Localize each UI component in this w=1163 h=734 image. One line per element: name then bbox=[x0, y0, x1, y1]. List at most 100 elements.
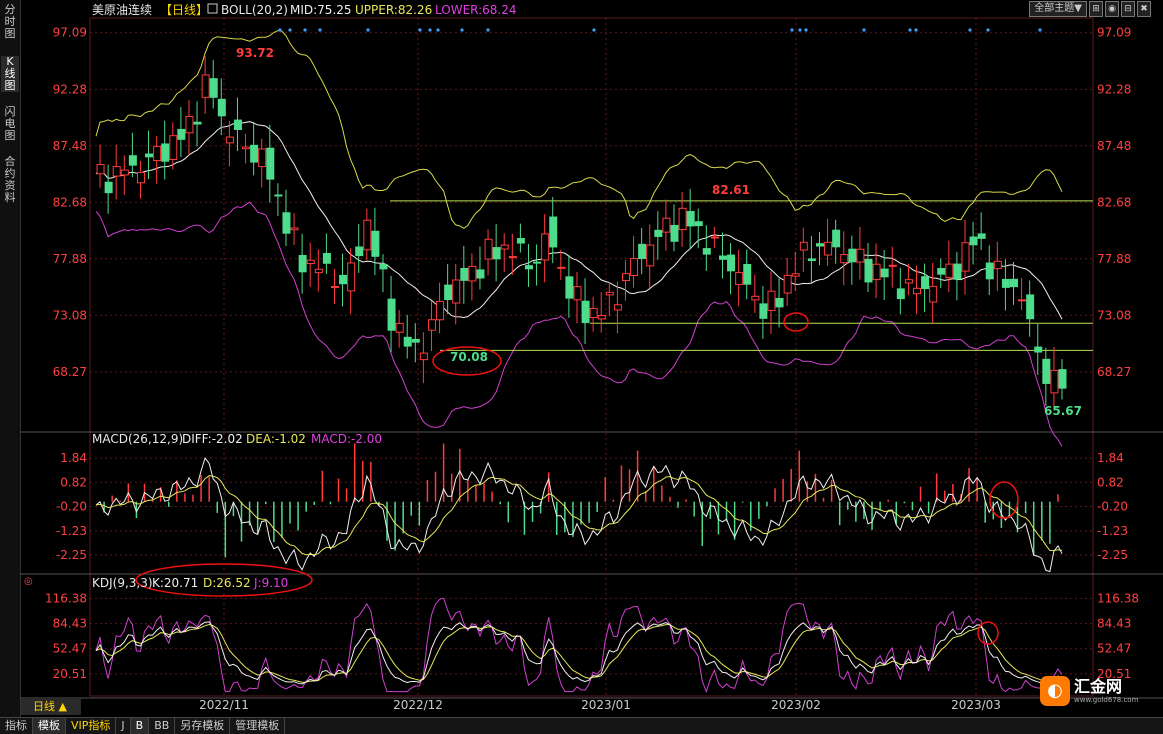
candle-body bbox=[217, 98, 226, 117]
period-label: 【日线】 bbox=[160, 3, 208, 17]
y-tick-label-right: 84.43 bbox=[1097, 617, 1131, 631]
candle-body bbox=[322, 253, 331, 264]
candle-body bbox=[783, 274, 792, 294]
macd-diff: DIFF:-2.02 bbox=[182, 432, 243, 446]
theme-dropdown[interactable]: 全部主题▼ bbox=[1029, 1, 1087, 17]
tab-indicator[interactable]: 指标 bbox=[0, 718, 33, 734]
tab-bb[interactable]: BB bbox=[149, 718, 176, 734]
axes: 97.09 97.09 92.28 92.28 87.48 87.48 82.68 82.68… bbox=[45, 26, 1139, 712]
candle-body bbox=[476, 269, 485, 279]
candle-body bbox=[718, 255, 727, 260]
layout-icon[interactable]: ⊞ bbox=[1089, 1, 1103, 17]
tab-vip-indicator[interactable]: VIP指标 bbox=[66, 718, 117, 734]
candle-body bbox=[145, 153, 154, 158]
close-icon[interactable]: ✖ bbox=[1137, 1, 1151, 17]
kline-chart[interactable]: 97.09 97.09 92.28 92.28 87.48 87.48 82.68 82.68… bbox=[0, 0, 1163, 717]
candle-body bbox=[258, 148, 267, 168]
candle-body bbox=[225, 136, 234, 144]
candle-body bbox=[654, 229, 663, 237]
y-tick-label-right: 82.68 bbox=[1097, 195, 1131, 209]
signal-dot bbox=[790, 28, 794, 32]
candle-body bbox=[759, 303, 768, 319]
candle-body bbox=[355, 246, 364, 257]
candle-body bbox=[856, 248, 865, 263]
candle-body bbox=[500, 244, 509, 250]
y-tick-label-right: 116.38 bbox=[1097, 591, 1139, 605]
candle-body bbox=[767, 290, 776, 311]
candle-body bbox=[630, 258, 639, 277]
candle-body bbox=[242, 146, 251, 150]
candle-body bbox=[233, 119, 242, 130]
signal-dot bbox=[418, 28, 422, 32]
candle-body bbox=[339, 274, 348, 285]
boll-lower-line bbox=[95, 201, 1063, 447]
candle-body bbox=[921, 276, 930, 290]
y-tick-label-left: -1.23 bbox=[56, 524, 87, 538]
minimize-icon[interactable]: ⊟ bbox=[1121, 1, 1135, 17]
y-tick-label-left: -0.20 bbox=[56, 499, 87, 513]
tab-manage-template[interactable]: 管理模板 bbox=[230, 718, 286, 734]
candle-body bbox=[872, 263, 881, 281]
signal-dot bbox=[366, 28, 370, 32]
tab-template[interactable]: 模板 bbox=[33, 718, 66, 734]
y-tick-label-left: 52.47 bbox=[53, 642, 87, 656]
y-tick-label-right: 0.82 bbox=[1097, 475, 1124, 489]
signal-dot bbox=[968, 28, 972, 32]
candle-body bbox=[807, 258, 816, 262]
tab-j[interactable]: J bbox=[116, 718, 131, 734]
candle-body bbox=[638, 243, 647, 259]
candle-body bbox=[104, 181, 113, 194]
candle-body bbox=[266, 147, 275, 180]
boll-toggle-icon[interactable] bbox=[207, 3, 218, 14]
kdj-settings-icon[interactable]: ◎ bbox=[24, 576, 33, 587]
candle-body bbox=[662, 217, 671, 233]
candle-body bbox=[1042, 358, 1051, 384]
y-tick-label-right: 92.28 bbox=[1097, 82, 1131, 96]
macd-label: MACD(26,12,9) bbox=[92, 432, 183, 446]
candle-body bbox=[710, 236, 719, 239]
y-tick-label-left: 1.84 bbox=[60, 451, 87, 465]
y-tick-label-right: 87.48 bbox=[1097, 139, 1131, 153]
macd-dea: DEA:-1.02 bbox=[246, 432, 306, 446]
indicator-headers: 美原油连续 【日线】 BOLL(20,2) MID:75.25 UPPER:82… bbox=[24, 2, 517, 590]
signal-dot bbox=[986, 28, 990, 32]
signal-dot bbox=[288, 28, 292, 32]
y-tick-label-left: 68.27 bbox=[53, 365, 87, 379]
y-tick-label-left: 97.09 bbox=[53, 26, 87, 40]
candle-body bbox=[848, 248, 857, 263]
candle-body bbox=[961, 242, 970, 272]
logo-icon: ◐ bbox=[1040, 676, 1070, 706]
highlight-circle bbox=[989, 481, 1019, 519]
signal-dot bbox=[460, 28, 464, 32]
candle-body bbox=[1026, 294, 1035, 320]
target-icon[interactable]: ◉ bbox=[1105, 1, 1119, 17]
y-tick-label-left: 82.68 bbox=[53, 195, 87, 209]
signal-dot bbox=[486, 28, 490, 32]
candle-body bbox=[727, 254, 736, 272]
candle-body bbox=[411, 338, 420, 343]
candle-body bbox=[589, 307, 598, 318]
annotations: 93.72 82.61 70.08 65.67 bbox=[135, 46, 1082, 645]
period-selector[interactable]: 日线 ▲ bbox=[21, 699, 81, 715]
y-tick-label-right: -2.25 bbox=[1097, 548, 1128, 562]
candle-body bbox=[1050, 369, 1059, 394]
tab-b[interactable]: B bbox=[130, 718, 150, 734]
price-annotation: 65.67 bbox=[1044, 404, 1082, 418]
candle-body bbox=[436, 300, 445, 321]
candle-body bbox=[533, 261, 542, 264]
signal-dot bbox=[862, 28, 866, 32]
candle-body bbox=[613, 304, 622, 311]
candle-body bbox=[524, 265, 533, 270]
bottom-tabs: 指标 模板 VIP指标 J B BB 另存模板 管理模板 bbox=[0, 717, 1163, 734]
candle-body bbox=[824, 241, 833, 256]
x-tick-label: 2022/11 bbox=[199, 698, 249, 712]
candle-body bbox=[832, 229, 841, 248]
candle-body bbox=[120, 169, 129, 176]
y-tick-label-left: 87.48 bbox=[53, 139, 87, 153]
tab-save-template[interactable]: 另存模板 bbox=[175, 718, 231, 734]
candle-body bbox=[1009, 278, 1018, 288]
price-annotation: 70.08 bbox=[450, 350, 488, 364]
x-tick-label: 2022/12 bbox=[393, 698, 443, 712]
candle-body bbox=[516, 238, 525, 244]
candle-body bbox=[282, 212, 291, 234]
